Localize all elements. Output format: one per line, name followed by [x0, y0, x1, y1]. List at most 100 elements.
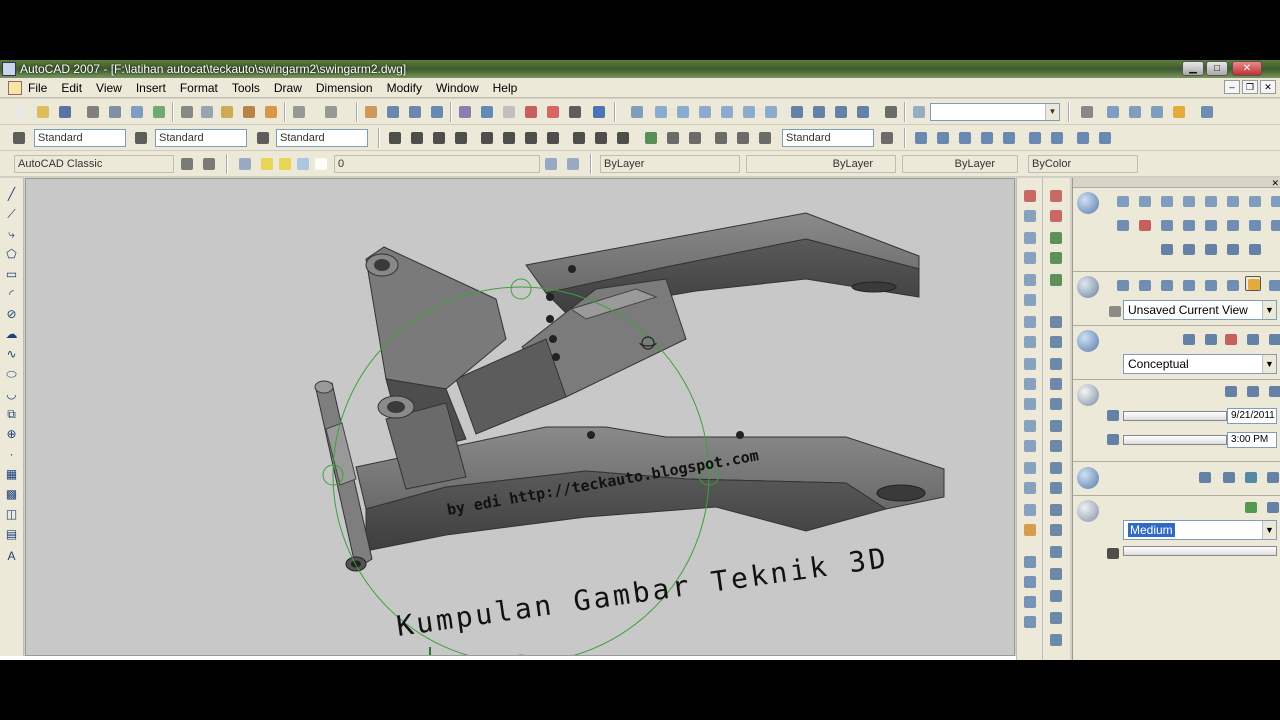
materials-window-icon[interactable] — [1243, 470, 1259, 485]
loft-icon[interactable] — [1247, 218, 1263, 233]
render-cancel-icon[interactable] — [1105, 546, 1121, 561]
top-view-icon[interactable] — [652, 103, 670, 121]
perspective-icon[interactable] — [1245, 276, 1261, 291]
minimize-button[interactable]: ▁ — [1182, 61, 1204, 76]
zoom-center-icon[interactable] — [978, 129, 996, 147]
chamfer-icon[interactable] — [1022, 480, 1039, 496]
workspace-settings-icon[interactable] — [178, 155, 196, 173]
dim-update-icon[interactable] — [756, 129, 774, 147]
dimtedit-icon[interactable] — [734, 129, 752, 147]
material-attach-icon[interactable] — [1265, 470, 1280, 485]
dim-style-icon[interactable] — [132, 129, 150, 147]
snap-quadrant-icon[interactable] — [1048, 356, 1065, 372]
render-preset-combo[interactable]: Medium ▼ — [1123, 520, 1277, 540]
box-solid-icon[interactable] — [1137, 194, 1153, 209]
workspace-combo[interactable]: AutoCAD Classic — [14, 155, 174, 173]
linear-dimension-icon[interactable] — [386, 129, 404, 147]
point-icon[interactable]: · — [3, 446, 20, 463]
tolerance-icon[interactable] — [664, 129, 682, 147]
cylinder-icon[interactable] — [1225, 194, 1241, 209]
move-gizmo-icon[interactable] — [1115, 218, 1131, 233]
maximize-button[interactable]: □ — [1206, 61, 1228, 76]
cone-icon[interactable] — [1181, 194, 1197, 209]
sun-status-icon[interactable] — [1223, 384, 1239, 399]
arc-icon[interactable]: ◜ — [3, 286, 20, 303]
menu-help[interactable]: Help — [493, 81, 518, 95]
parallel-icon[interactable] — [1267, 278, 1280, 293]
construction-line-icon[interactable]: ⟋ — [3, 206, 20, 223]
3d-dwf-icon[interactable] — [150, 103, 168, 121]
zoom-extents-icon[interactable] — [1096, 129, 1114, 147]
left-view-icon[interactable] — [696, 103, 714, 121]
snap-endpoint-icon[interactable] — [1048, 230, 1065, 246]
layer-previous-icon[interactable] — [564, 155, 582, 173]
pyramid-icon[interactable] — [1247, 194, 1263, 209]
save-icon[interactable] — [56, 103, 74, 121]
draworder-back-icon[interactable] — [1022, 574, 1039, 590]
text-window-icon[interactable] — [1078, 103, 1096, 121]
redo-icon[interactable] — [322, 103, 340, 121]
diameter-icon[interactable] — [522, 129, 540, 147]
make-block-icon[interactable]: ⊕ — [3, 426, 20, 443]
ellipse-icon[interactable]: ⬭ — [3, 366, 20, 383]
ordinate-icon[interactable] — [452, 129, 470, 147]
circle-icon[interactable]: ⊘ — [3, 306, 20, 323]
layer-combo[interactable]: 0 — [334, 155, 540, 173]
zoom-scale-icon[interactable] — [956, 129, 974, 147]
ucs-world-icon[interactable] — [1048, 544, 1065, 560]
ucs-view-icon[interactable] — [1048, 588, 1065, 604]
3d-zoom-icon[interactable] — [1137, 278, 1153, 293]
zoom-object-icon[interactable] — [1000, 129, 1018, 147]
slice-icon[interactable] — [1159, 242, 1175, 257]
paste-icon[interactable] — [218, 103, 236, 121]
open-icon[interactable] — [34, 103, 52, 121]
trim-icon[interactable] — [1022, 376, 1039, 392]
design-center-icon[interactable] — [478, 103, 496, 121]
visual-style-combo[interactable]: Conceptual ▼ — [1123, 354, 1277, 374]
torus-icon[interactable] — [1269, 194, 1280, 209]
ucs-object-icon[interactable] — [1048, 566, 1065, 582]
snap-intersection-icon[interactable] — [1048, 272, 1065, 288]
face-style-icon[interactable] — [1245, 332, 1261, 347]
front-view-icon[interactable] — [740, 103, 758, 121]
doc-close-button[interactable]: ✕ — [1260, 80, 1276, 94]
menu-dimension[interactable]: Dimension — [316, 81, 373, 95]
3d-pan-icon[interactable] — [1115, 278, 1131, 293]
menu-modify[interactable]: Modify — [387, 81, 422, 95]
table-icon[interactable]: ▤ — [3, 526, 20, 543]
stretch-icon[interactable] — [1022, 356, 1039, 372]
render-icon[interactable] — [1170, 103, 1188, 121]
3d-navigate-panel-icon[interactable] — [1077, 276, 1099, 298]
polyline-icon[interactable]: ⤷ — [3, 226, 20, 243]
angular-icon[interactable] — [544, 129, 562, 147]
menu-format[interactable]: Format — [180, 81, 218, 95]
wedge-icon[interactable] — [1159, 194, 1175, 209]
leader-icon[interactable] — [642, 129, 660, 147]
zoom-window-icon[interactable] — [912, 129, 930, 147]
view-selector-icon[interactable] — [1107, 304, 1123, 319]
snap-parallel-icon[interactable] — [1048, 418, 1065, 434]
snap-extension-icon[interactable] — [1048, 314, 1065, 330]
plotstyle-combo[interactable]: ByColor — [1028, 155, 1138, 173]
extend-icon[interactable] — [1022, 396, 1039, 412]
document-icon[interactable] — [8, 81, 22, 95]
dim-override-icon[interactable] — [878, 129, 896, 147]
text-style-combo[interactable]: Standard — [34, 129, 126, 147]
continue-icon[interactable] — [614, 129, 632, 147]
insert-block-icon[interactable]: ⧉ — [3, 406, 20, 423]
color-combo[interactable]: ByLayer — [600, 155, 740, 173]
sweep-icon[interactable] — [1225, 218, 1241, 233]
se-iso-icon[interactable] — [810, 103, 828, 121]
zoom-previous-icon[interactable] — [428, 103, 446, 121]
spline-icon[interactable]: ∿ — [3, 346, 20, 363]
snap-nearest-icon[interactable] — [1048, 480, 1065, 496]
make-current-layer-icon[interactable] — [542, 155, 560, 173]
dashboard-close-icon[interactable]: ✕ — [1271, 178, 1279, 188]
autocad-app-icon[interactable] — [2, 62, 16, 76]
zoom-all-icon[interactable] — [1074, 129, 1092, 147]
visual-style-panel-icon[interactable] — [1077, 330, 1099, 352]
draworder-front-icon[interactable] — [1022, 554, 1039, 570]
region-icon[interactable]: ◫ — [3, 506, 20, 523]
menu-file[interactable]: File — [28, 81, 47, 95]
snap-center-icon[interactable] — [1048, 334, 1065, 350]
